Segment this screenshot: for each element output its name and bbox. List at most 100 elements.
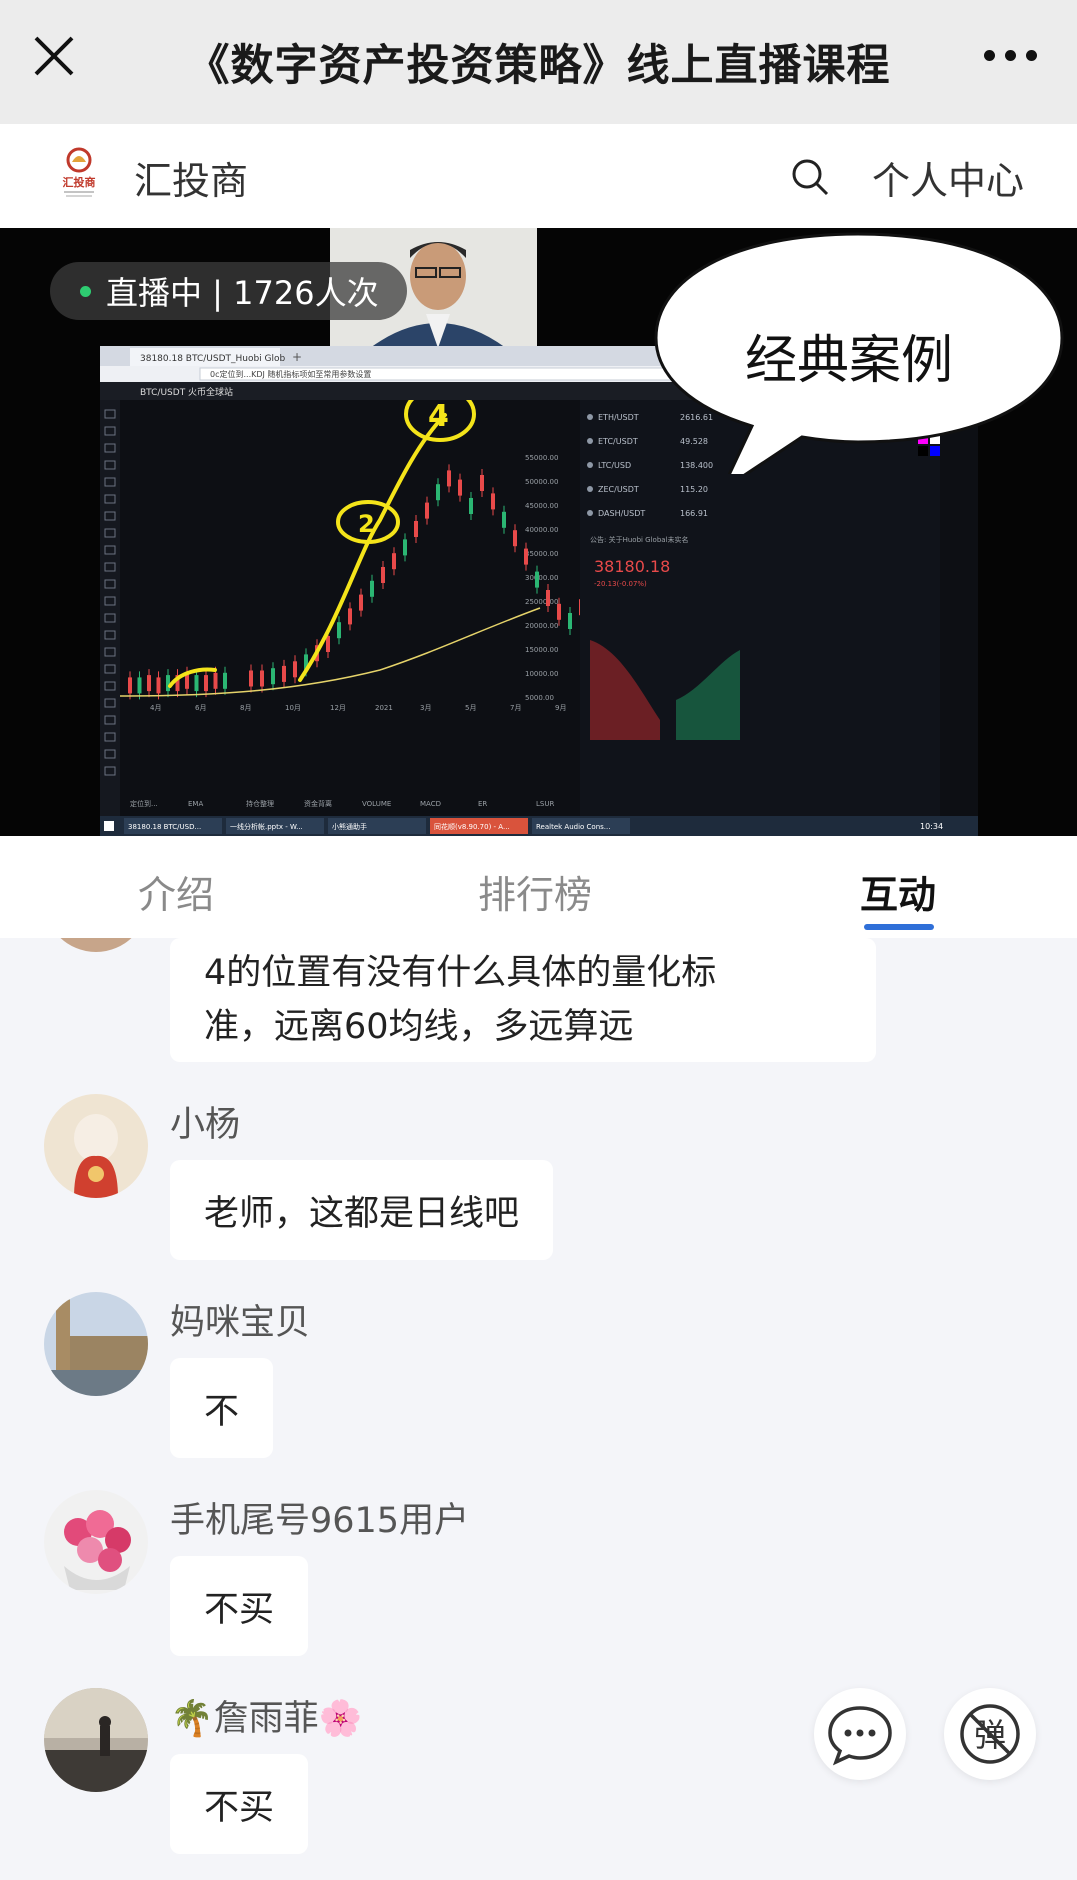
indicator-tab: MACD [420,800,441,808]
indicator-tab: VOLUME [362,800,391,808]
avatar[interactable] [44,938,148,952]
candle-body [546,590,550,606]
x-tick-label: 5月 [465,704,476,712]
avatar[interactable] [44,1490,148,1594]
candle-body [166,675,170,692]
candle-body [359,594,363,611]
brand-bar: 汇投商 汇投商 个人中心 [0,124,1077,228]
y-tick-label: 50000.00 [525,478,558,486]
x-tick-label: 6月 [195,704,206,712]
watch-name: ETC/USDT [598,437,638,446]
coin-icon [587,438,593,444]
live-status-badge: 直播中 | 1726人次 [50,262,407,320]
live-video-player[interactable]: 直播中 | 1726人次 38180.18 BTC/USDT_Huobi Glo… [0,228,1077,836]
y-tick-label: 5000.00 [525,694,554,702]
y-tick-label: 45000.00 [525,502,558,510]
coin-icon [587,486,593,492]
comment-button[interactable] [814,1688,906,1780]
price-change: -20.13(-0.07%) [594,580,647,588]
candle-body [425,502,429,519]
user-name: 手机尾号9615用户 [170,1501,470,1541]
candle-body [502,511,506,528]
close-icon[interactable] [32,34,76,78]
top-title-bar: 《数字资产投资策略》线上直播课程 [0,0,1077,124]
current-price: 38180.18 [594,557,670,576]
candle-body [524,548,528,565]
indicator-tab: ER [478,800,487,808]
y-tick-label: 40000.00 [525,526,558,534]
indicator-tab: LSUR [536,800,554,808]
annotation-label: 2 [358,510,375,538]
browser-address: 0c定位到...KDJ 随机指标项如至常用参数设置 [210,369,371,379]
announcement-text: 公告: 关于Huobi Global未实名 [590,535,689,544]
y-tick-label: 20000.00 [525,622,558,630]
avatar[interactable] [44,1688,148,1792]
x-tick-label: 8月 [240,704,251,712]
svg-text:+: + [292,350,302,364]
candle-body [293,661,297,678]
watch-value: 115.20 [680,485,708,494]
coin-icon [587,462,593,468]
list-item: 4的位置有没有什么具体的量化标 准，远离60均线，多远算远 [170,938,876,1062]
danmu-toggle-button[interactable]: 弹 [944,1688,1036,1780]
x-tick-label: 12月 [330,704,346,712]
list-item: 不买 [170,1556,309,1656]
danmu-off-icon: 弹 [960,1704,1020,1764]
message-text: 不买 [204,1787,275,1828]
brand-name: 汇投商 [134,159,249,203]
coin-icon [587,510,593,516]
search-icon[interactable] [790,157,830,197]
message-text: 不买 [204,1589,275,1630]
y-tick-label: 35000.00 [525,550,558,558]
candle-body [282,665,286,682]
windows-start-icon [104,821,114,831]
indicator-tab: 资金背离 [304,799,332,808]
taskbar-app-label: Realtek Audio Cons... [536,823,610,831]
personal-center-link[interactable]: 个人中心 [872,150,1024,205]
tab-ranking[interactable]: 排行榜 [478,864,592,919]
live-status-text: 直播中 | 1726人次 [106,274,379,312]
x-tick-label: 4月 [150,704,161,712]
message-text: 老师，这都是日线吧 [204,1193,520,1234]
user-name: 🌴詹雨菲🌸 [170,1699,363,1739]
list-item: 老师，这都是日线吧 [170,1160,554,1260]
message-text: 不 [204,1391,240,1432]
tab-intro[interactable]: 介绍 [138,864,214,919]
watch-name: LTC/USD [598,461,631,470]
candle-body [137,677,142,694]
taskbar-clock: 10:34 [920,822,943,831]
candle-body [223,672,227,689]
watch-value: 166.91 [680,509,708,518]
taskbar-app-label: 38180.18 BTC/USD... [128,823,201,831]
candle-body [447,470,451,487]
indicator-tab: 定位到... [130,799,158,808]
watch-name: ETH/USDT [598,413,639,422]
coin-icon [587,414,593,420]
candle-body [480,475,484,491]
avatar[interactable] [44,1292,148,1396]
candle-body [213,672,218,689]
candle-body [436,484,440,501]
x-tick-label: 3月 [420,704,431,712]
list-item: 不买 [170,1754,309,1854]
candle-body [491,493,495,510]
brand-logo-icon: 汇投商 [63,147,96,197]
candle-body [271,668,275,685]
y-tick-label: 30000.00 [525,574,558,582]
active-tab-indicator [864,924,934,930]
candle-body [392,553,396,570]
x-tick-label: 7月 [510,704,521,712]
live-dot-icon [80,286,91,297]
page-title: 《数字资产投资策略》线上直播课程 [186,41,891,91]
tab-interaction[interactable]: 互动 [860,864,936,919]
candle-body [156,677,161,694]
candle-body [381,567,385,583]
y-tick-label: 15000.00 [525,646,558,654]
avatar[interactable] [44,1094,148,1198]
pair-label: BTC/USDT 火币全球站 [140,386,233,398]
more-icon[interactable] [984,50,1037,61]
y-tick-label: 10000.00 [525,670,558,678]
indicator-tab: EMA [188,800,203,808]
logo-text: 汇投商 [63,175,96,189]
user-name: 小杨 [170,1105,241,1145]
